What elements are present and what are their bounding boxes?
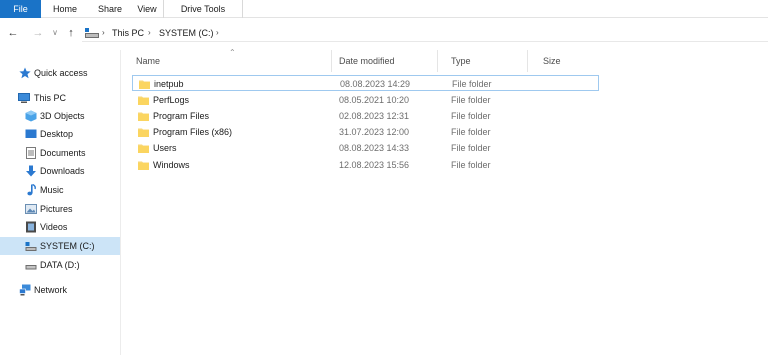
file-type: File folder [451, 111, 491, 121]
tab-home[interactable]: Home [45, 0, 85, 18]
sidebar-item-this-pc[interactable]: This PC [0, 89, 120, 107]
sidebar-item-label: Downloads [40, 166, 85, 176]
file-row[interactable]: PerfLogs 08.05.2021 10:20 File folder [132, 92, 599, 108]
network-icon [19, 284, 31, 296]
folder-icon [138, 144, 149, 153]
file-date-modified: 08.05.2021 10:20 [339, 95, 410, 105]
computer-icon [18, 93, 30, 103]
folder-icon [138, 96, 149, 105]
sidebar-item-downloads[interactable]: Downloads [0, 162, 120, 180]
drive-icon [25, 265, 37, 270]
sidebar-item-desktop[interactable]: Desktop [0, 125, 120, 143]
file-list: ⌃ Name Date modified Type Size inetpub 0… [121, 48, 768, 355]
navigation-pane: Quick access This PC 3D Objects Desktop … [0, 50, 121, 355]
sidebar-item-label: Desktop [40, 129, 74, 139]
sidebar-item-label: Quick access [34, 68, 88, 78]
sidebar-item-label: DATA (D:) [40, 260, 80, 270]
document-icon [26, 147, 36, 159]
breadcrumb-this-pc[interactable]: This PC [112, 27, 144, 39]
folder-icon [139, 80, 150, 89]
sidebar-item-label: Videos [40, 222, 68, 232]
picture-icon [25, 204, 37, 214]
address-bar[interactable]: › This PC › SYSTEM (C:) › [82, 24, 768, 42]
sidebar-item-music[interactable]: Music [0, 181, 120, 199]
cube-icon [25, 110, 37, 122]
sidebar-item-data-drive[interactable]: DATA (D:) [0, 256, 120, 274]
breadcrumb-separator: › [102, 28, 105, 37]
sidebar-item-label: SYSTEM (C:) [40, 241, 95, 251]
file-name: Windows [153, 160, 190, 170]
music-icon [27, 184, 36, 196]
file-type: File folder [451, 95, 491, 105]
tab-drive-tools[interactable]: Drive Tools [163, 0, 243, 18]
navigation-bar: ← → ∨ ↑ › This PC › SYSTEM (C:) › [0, 22, 768, 44]
file-date-modified: 31.07.2023 12:00 [339, 127, 410, 137]
download-icon [26, 165, 36, 177]
back-arrow-icon[interactable]: ← [6, 25, 20, 41]
file-row[interactable]: Users 08.08.2023 14:33 File folder [132, 140, 599, 156]
sidebar-item-label: Pictures [40, 204, 73, 214]
file-date-modified: 08.08.2023 14:33 [339, 143, 410, 153]
recent-locations-chevron-icon[interactable]: ∨ [48, 25, 62, 41]
file-date-modified: 12.08.2023 15:56 [339, 160, 410, 170]
folder-icon [138, 161, 149, 170]
sidebar-item-quick-access[interactable]: Quick access [0, 64, 120, 82]
file-name: Program Files (x86) [153, 127, 233, 137]
forward-arrow-icon[interactable]: → [31, 25, 45, 41]
file-type: File folder [451, 127, 491, 137]
sidebar-item-label: Music [40, 185, 64, 195]
tab-share[interactable]: Share [89, 0, 131, 18]
folder-icon [138, 128, 149, 137]
file-date-modified: 02.08.2023 12:31 [339, 111, 410, 121]
sidebar-item-3d-objects[interactable]: 3D Objects [0, 107, 120, 125]
file-date-modified: 08.08.2023 14:29 [340, 79, 411, 89]
file-row[interactable]: inetpub 08.08.2023 14:29 File folder [132, 75, 599, 91]
file-name: inetpub [154, 79, 184, 89]
sidebar-item-system-drive[interactable]: SYSTEM (C:) [0, 237, 120, 255]
file-type: File folder [451, 143, 491, 153]
star-icon [19, 67, 31, 79]
tab-file[interactable]: File [0, 0, 41, 18]
tab-view[interactable]: View [129, 0, 165, 18]
sidebar-item-network[interactable]: Network [0, 281, 120, 299]
up-arrow-icon[interactable]: ↑ [64, 25, 78, 41]
sidebar-item-pictures[interactable]: Pictures [0, 200, 120, 218]
column-header-name[interactable]: Name [121, 50, 332, 72]
file-type: File folder [451, 160, 491, 170]
column-header-size[interactable]: Size [528, 50, 608, 72]
ribbon-tabs: File Home Share View Drive Tools [0, 0, 768, 18]
file-type: File folder [452, 79, 492, 89]
column-header-date-modified[interactable]: Date modified [326, 50, 438, 72]
video-icon [26, 221, 36, 233]
desktop-icon [25, 129, 37, 138]
file-name: PerfLogs [153, 95, 190, 105]
sidebar-item-documents[interactable]: Documents [0, 144, 120, 162]
breadcrumb-separator: › [148, 28, 151, 37]
sidebar-item-label: Network [34, 285, 68, 295]
file-row[interactable]: Windows 12.08.2023 15:56 File folder [132, 157, 599, 173]
breadcrumb-separator: › [216, 28, 219, 37]
breadcrumb-system-drive[interactable]: SYSTEM (C:) [159, 27, 214, 39]
file-name: Users [153, 143, 177, 153]
file-row[interactable]: Program Files 02.08.2023 12:31 File fold… [132, 108, 599, 124]
system-drive-icon [25, 242, 37, 251]
sidebar-item-label: Documents [40, 148, 86, 158]
column-header-type[interactable]: Type [438, 50, 528, 72]
folder-icon [138, 112, 149, 121]
sidebar-item-label: This PC [34, 93, 67, 103]
system-drive-icon [85, 28, 99, 38]
file-row[interactable]: Program Files (x86) 31.07.2023 12:00 Fil… [132, 124, 599, 140]
file-name: Program Files [153, 111, 210, 121]
sidebar-item-label: 3D Objects [40, 111, 85, 121]
sidebar-item-videos[interactable]: Videos [0, 218, 120, 236]
